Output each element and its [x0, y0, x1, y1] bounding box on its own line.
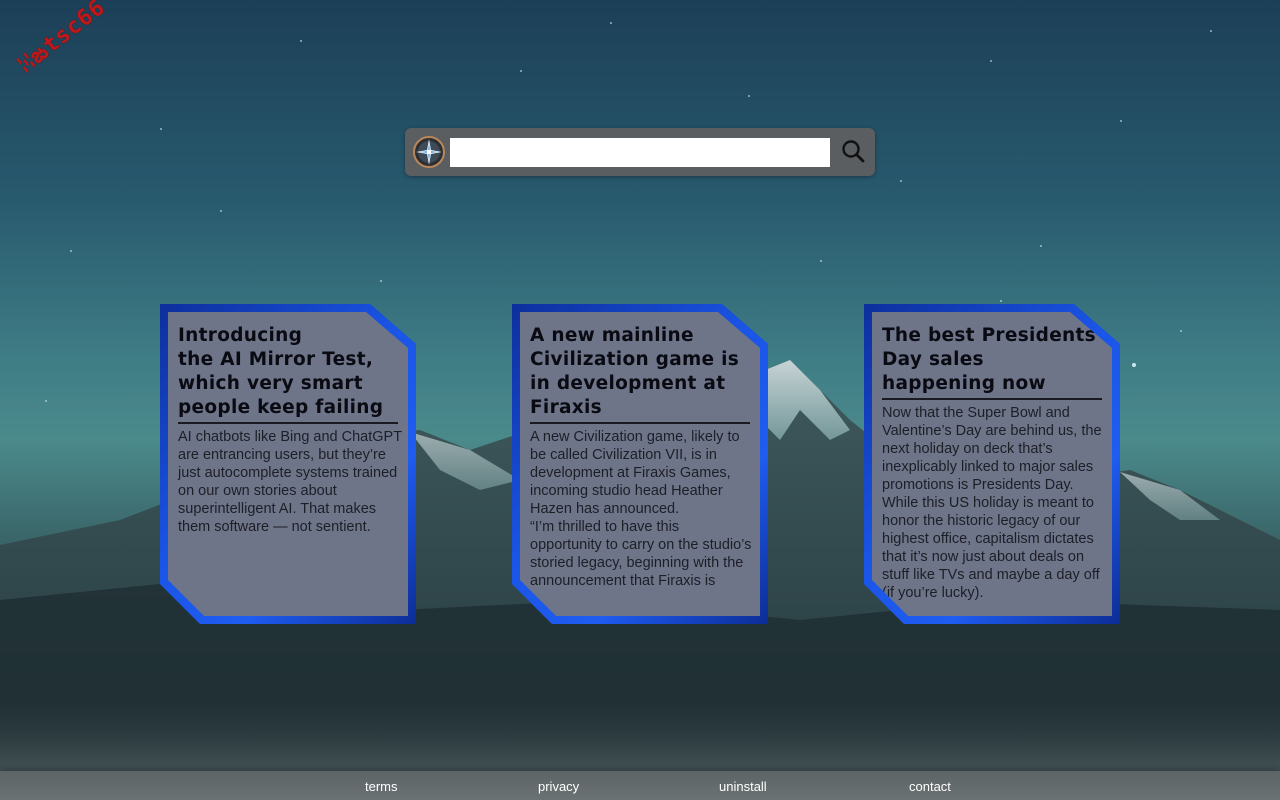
card-body: AI chatbots like Bing and ChatGPT are en… — [178, 429, 402, 535]
logo-watermark: ꔘఙtsc66 — [14, 0, 111, 78]
search-input[interactable] — [450, 138, 830, 167]
card-title[interactable]: A new mainline Civilization game is in d… — [530, 324, 750, 424]
news-card[interactable]: A new mainline Civilization game is in d… — [512, 304, 768, 624]
footer-link-uninstall[interactable]: uninstall — [719, 779, 767, 794]
card-face: A new mainline Civilization game is in d… — [520, 312, 760, 616]
news-card[interactable]: The best Presidents Day sales happening … — [864, 304, 1120, 624]
search-button[interactable] — [838, 136, 870, 168]
compass-icon[interactable] — [413, 136, 445, 168]
card-title[interactable]: The best Presidents Day sales happening … — [882, 324, 1102, 400]
card-body: A new Civilization game, likely to be ca… — [530, 429, 752, 589]
card-face: Introducing the AI Mirror Test, which ve… — [168, 312, 408, 616]
footer-bar: terms privacy uninstall contact — [0, 771, 1280, 800]
footer-link-privacy[interactable]: privacy — [538, 779, 579, 794]
card-face: The best Presidents Day sales happening … — [872, 312, 1112, 616]
search-icon — [842, 140, 865, 163]
card-body: Now that the Super Bowl and Valentine’s … — [882, 405, 1102, 601]
search-bar — [405, 128, 875, 176]
footer-link-terms[interactable]: terms — [365, 779, 398, 794]
footer-link-contact[interactable]: contact — [909, 779, 951, 794]
news-card[interactable]: Introducing the AI Mirror Test, which ve… — [160, 304, 416, 624]
card-title[interactable]: Introducing the AI Mirror Test, which ve… — [178, 324, 398, 424]
